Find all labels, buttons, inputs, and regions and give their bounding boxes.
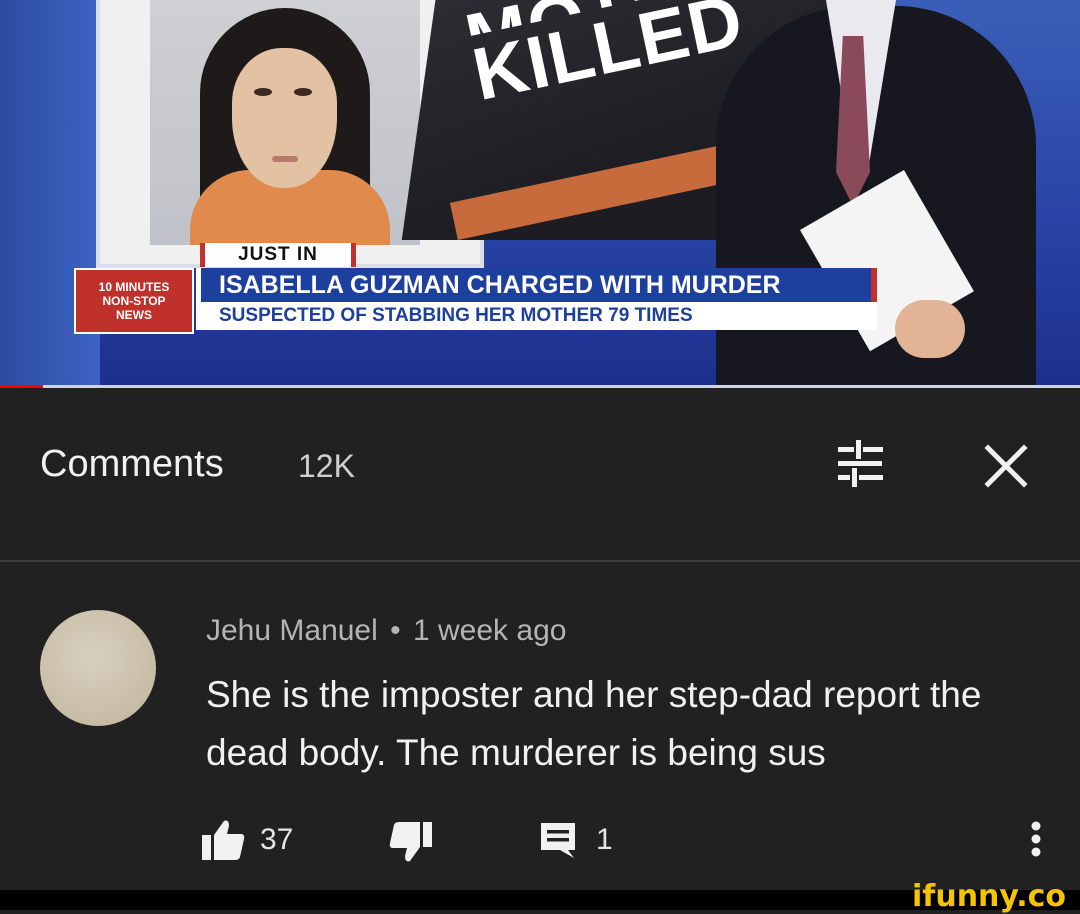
footer-bar: ifunny.co — [0, 882, 1080, 912]
mugshot-eye-right — [294, 88, 312, 96]
video-player[interactable]: MOTHER KILLED JUST IN 10 MINUTES NON-STO… — [0, 0, 1080, 388]
thumbs-up-icon — [202, 820, 245, 860]
just-in-badge: JUST IN — [200, 243, 356, 267]
comments-header: Comments 12K — [0, 392, 1080, 532]
comment-time: 1 week ago — [413, 614, 567, 647]
header-spacer — [0, 532, 1080, 562]
comment-meta: Jehu Manuel • 1 week ago — [206, 612, 566, 650]
mugshot-image — [150, 0, 420, 245]
sort-comments-button[interactable] — [832, 438, 888, 490]
like-button[interactable] — [200, 818, 246, 862]
video-progress-bar[interactable] — [0, 385, 1080, 388]
comment-item: Jehu Manuel • 1 week ago She is the impo… — [0, 562, 1080, 890]
more-vertical-icon — [1031, 821, 1041, 857]
close-icon — [984, 444, 1028, 488]
logo-line: 10 MINUTES — [98, 280, 170, 294]
mugshot-mouth — [272, 156, 298, 162]
logo-line: NEWS — [116, 308, 152, 322]
ticker-subtitle: SUSPECTED OF STABBING HER MOTHER 79 TIME… — [201, 302, 877, 330]
news-channel-logo: 10 MINUTES NON-STOP NEWS — [74, 268, 194, 334]
news-anchor-hand — [895, 300, 965, 358]
news-ticker: ISABELLA GUZMAN CHARGED WITH MURDER SUSP… — [196, 268, 885, 330]
more-options-button[interactable] — [1026, 818, 1046, 862]
reply-button[interactable] — [538, 820, 578, 860]
avatar[interactable] — [40, 610, 156, 726]
mugshot-face — [232, 48, 337, 188]
video-progress-fill — [0, 385, 44, 388]
logo-line: NON-STOP — [102, 294, 166, 308]
dislike-button[interactable] — [388, 820, 434, 864]
comments-count: 12K — [298, 448, 355, 484]
comment-author[interactable]: Jehu Manuel — [206, 614, 378, 647]
comments-title: Comments — [40, 443, 224, 485]
thumbs-down-icon — [389, 822, 432, 862]
sort-filter-icon — [838, 440, 883, 487]
ifunny-watermark: ifunny.co — [912, 879, 1066, 914]
close-comments-button[interactable] — [980, 440, 1032, 492]
mugshot-eye-left — [254, 88, 272, 96]
ticker-title: ISABELLA GUZMAN CHARGED WITH MURDER — [201, 268, 877, 302]
reply-icon — [541, 823, 575, 858]
comment-text: She is the imposter and her step-dad rep… — [206, 674, 982, 773]
like-count: 37 — [260, 823, 294, 856]
comment-actions: 37 1 — [200, 818, 1060, 862]
meta-separator: • — [390, 614, 401, 647]
reply-count: 1 — [596, 823, 613, 856]
